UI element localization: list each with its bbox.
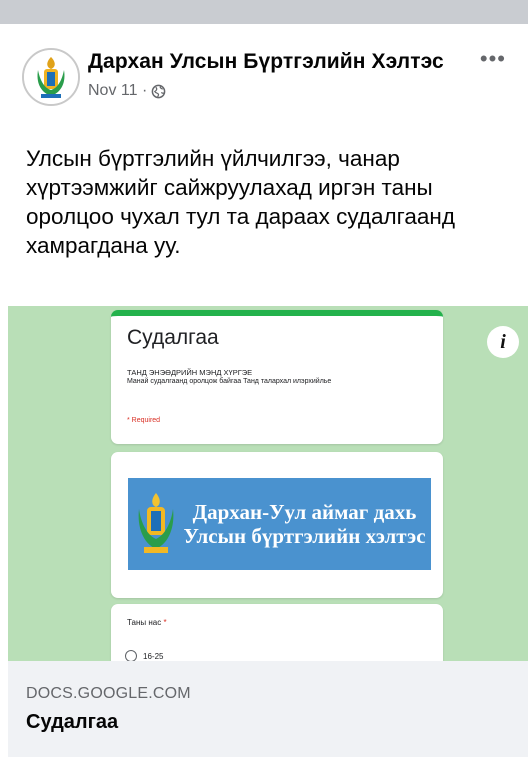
post-date[interactable]: Nov 11 · xyxy=(88,82,147,100)
radio-icon xyxy=(125,650,137,661)
globe-icon xyxy=(151,84,166,98)
page-avatar[interactable] xyxy=(22,48,80,106)
emblem-icon xyxy=(24,50,78,104)
post-meta: Nov 11 · xyxy=(88,82,166,100)
form-greeting: ТАНД ЭНЭӨДРИЙН МЭНД ХҮРГЭЕ xyxy=(127,368,253,377)
post-text: Улсын бүртгэлийн үйлчилгээ, чанар хүртээ… xyxy=(26,146,455,258)
link-domain: DOCS.GOOGLE.COM xyxy=(26,685,191,702)
required-note: * Required xyxy=(127,417,161,424)
link-footer[interactable]: DOCS.GOOGLE.COM Судалгаа xyxy=(8,661,528,757)
form-title: Судалгаа xyxy=(127,326,219,349)
required-star: * xyxy=(163,618,167,627)
question-text: Таны нас xyxy=(127,618,162,627)
more-options-icon[interactable]: ••• xyxy=(480,48,506,70)
form-banner: Дархан-Уул аймаг дахь Улсын бүртгэлийн х… xyxy=(128,478,431,570)
link-preview-image[interactable]: Судалгаа ТАНД ЭНЭӨДРИЙН МЭНД ХҮРГЭЕ Мана… xyxy=(8,306,528,661)
page-name-link[interactable]: Дархан Улсын Бүртгэлийн Хэлтэс xyxy=(88,50,444,74)
option-label: 16-25 xyxy=(143,651,164,661)
form-description: Манай судалгаанд оролцож байгаа Танд тал… xyxy=(127,378,332,385)
question-label: Таны нас * xyxy=(127,618,167,627)
feed-separator xyxy=(0,0,528,24)
form-header-card: Судалгаа ТАНД ЭНЭӨДРИЙН МЭНД ХҮРГЭЕ Мана… xyxy=(111,310,443,444)
form-banner-card: Дархан-Уул аймаг дахь Улсын бүртгэлийн х… xyxy=(111,452,443,598)
emblem-icon xyxy=(138,493,174,553)
radio-option: 16-25 xyxy=(125,650,163,661)
info-icon[interactable]: i xyxy=(487,326,519,358)
banner-text: Дархан-Уул аймаг дахь Улсын бүртгэлийн х… xyxy=(183,500,426,548)
form-question-card: Таны нас * 16-25 xyxy=(111,604,443,661)
post-header: Дархан Улсын Бүртгэлийн Хэлтэс Nov 11 · … xyxy=(0,24,528,154)
link-title: Судалгаа xyxy=(26,711,119,733)
